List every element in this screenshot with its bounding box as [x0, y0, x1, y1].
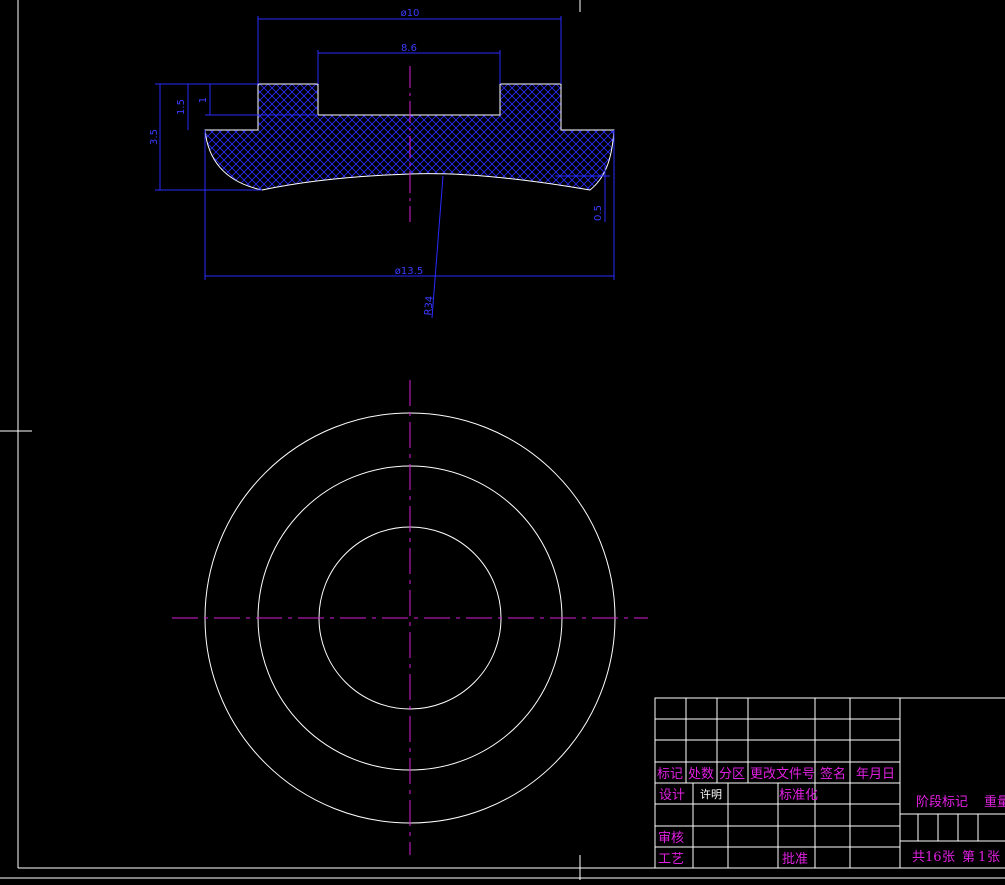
tb-approve: 批准 [782, 852, 808, 867]
tb-process: 工艺 [658, 852, 684, 867]
dim-label-height-total: 3.5 [149, 129, 160, 145]
cad-drawing: ø10 8.6 3.5 1.5 1 ø13.5 0.5 R34 标记 处数 分区… [0, 0, 1005, 880]
tb-designer-name: 许明 [700, 788, 722, 801]
tb-sheet-no: 1 [978, 850, 986, 865]
tb-weight: 重量 [984, 794, 1005, 810]
tb-sheet-total-prefix: 共 [912, 850, 925, 865]
tb-sign: 签名 [820, 766, 846, 782]
tb-sheet-no-prefix: 第 [962, 850, 975, 865]
tb-sheet-unit: 张 [942, 850, 955, 865]
dim-height-step: 1.5 [176, 84, 189, 130]
dim-label-outer-top: ø10 [401, 8, 420, 19]
plan-view [172, 380, 648, 855]
dim-radius: R34 [423, 175, 444, 319]
title-block [654, 697, 1005, 869]
tb-review: 审核 [658, 831, 684, 846]
tb-stage-mark: 阶段标记 [916, 795, 968, 810]
dim-label-height-step: 1.5 [176, 99, 187, 115]
tb-zone: 分区 [719, 767, 745, 782]
tb-change-doc: 更改文件号 [750, 767, 815, 782]
dim-label-depth: 0.5 [593, 205, 604, 221]
dim-label-height-small: 1 [198, 97, 209, 103]
tb-sheet-no-unit: 张 [987, 850, 1000, 865]
tb-date: 年月日 [856, 767, 895, 782]
tb-standardize: 标准化 [779, 788, 818, 803]
tb-design: 设计 [659, 788, 685, 803]
dim-label-radius: R34 [423, 295, 436, 316]
title-block-text: 标记 处数 分区 更改文件号 签名 年月日 设计 许明 标准化 阶段标记 重量 … [657, 766, 1005, 867]
dim-label-base: ø13.5 [395, 266, 423, 277]
tb-mark: 标记 [657, 767, 683, 782]
tb-count: 处数 [688, 767, 714, 782]
dim-label-bore: 8.6 [401, 43, 417, 54]
dim-bore: 8.6 [317, 43, 501, 84]
section-view: ø10 8.6 3.5 1.5 1 ø13.5 0.5 R34 [149, 8, 615, 319]
tb-sheet-total: 16 [925, 850, 942, 865]
